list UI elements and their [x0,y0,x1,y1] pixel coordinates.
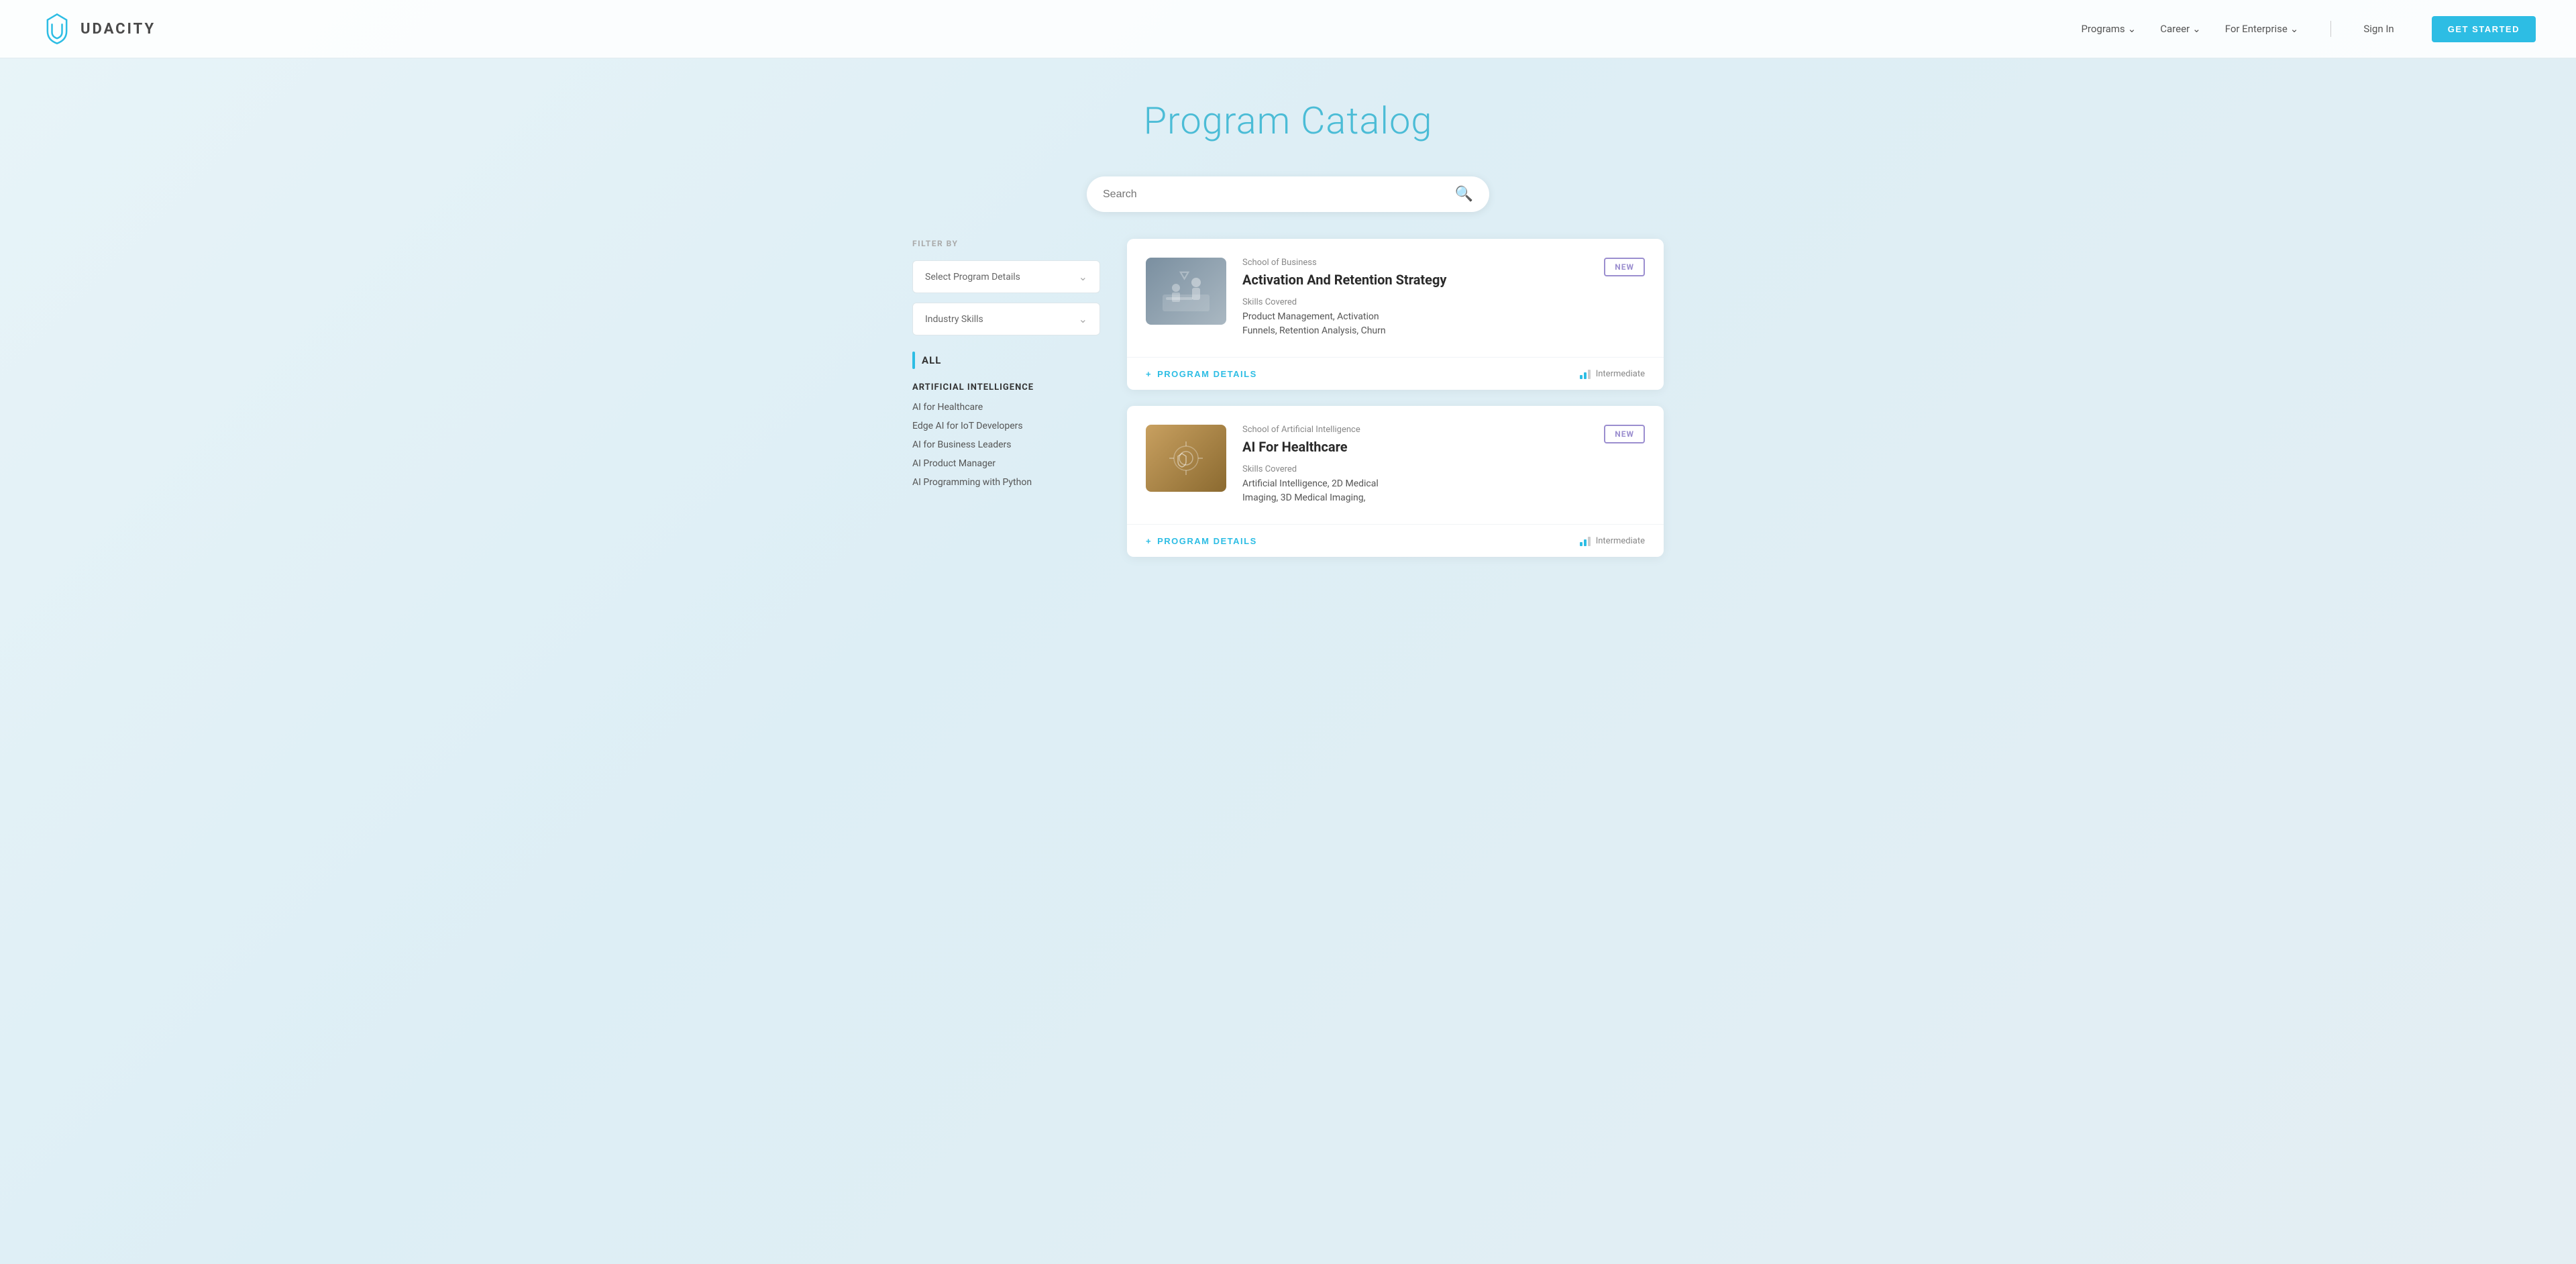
card-title: Activation And Retention Strategy [1242,272,1588,288]
card-title: AI For Healthcare [1242,439,1588,455]
skills-label: Skills Covered [1242,297,1588,307]
chevron-down-icon: ⌄ [2290,23,2299,35]
sign-in-link[interactable]: Sign In [2363,23,2394,35]
sidebar-item-ai-healthcare[interactable]: AI for Healthcare [912,402,1100,413]
sidebar: FILTER BY Select Program Details ⌄ Indus… [912,239,1100,573]
search-icon[interactable]: 🔍 [1455,186,1473,203]
difficulty-label: Intermediate [1596,369,1645,379]
nav-links: Programs ⌄ Career ⌄ For Enterprise ⌄ Sig… [2081,16,2536,42]
card-top: ⛛ School of Business Activation And Rete… [1127,239,1664,357]
card-thumbnail-business: ⛛ [1146,258,1226,325]
search-container: 🔍 [0,170,2576,239]
card-body: School of Business Activation And Retent… [1242,258,1588,338]
filter-by-label: FILTER BY [912,239,1100,248]
sidebar-item-ai-python[interactable]: AI Programming with Python [912,477,1100,488]
difficulty-area: Intermediate [1580,368,1645,379]
new-badge: NEW [1604,425,1645,443]
skills-label: Skills Covered [1242,464,1588,474]
search-box: 🔍 [1087,176,1489,212]
udacity-logo-icon [40,12,74,46]
plus-icon: + [1146,536,1152,546]
card-bottom: + PROGRAM DETAILS Intermediate [1127,524,1664,557]
sidebar-item-ai-business[interactable]: AI for Business Leaders [912,439,1100,450]
catalog-area: ⛛ School of Business Activation And Rete… [1127,239,1664,573]
card-ai-healthcare: School of Artificial Intelligence AI For… [1127,406,1664,557]
sidebar-section-title: ARTIFICIAL INTELLIGENCE [912,382,1100,392]
new-badge: NEW [1604,258,1645,276]
search-input[interactable] [1103,189,1455,201]
all-section[interactable]: ALL [912,352,1100,369]
nav-career[interactable]: Career ⌄ [2160,23,2200,35]
sidebar-category-list: AI for Healthcare Edge AI for IoT Develo… [912,402,1100,488]
main-layout: FILTER BY Select Program Details ⌄ Indus… [885,239,1690,613]
business-illustration: ⛛ [1159,268,1213,315]
logo-text: UDACITY [80,21,156,38]
difficulty-icon [1580,535,1591,546]
plus-icon: + [1146,369,1152,379]
logo-area[interactable]: UDACITY [40,12,156,46]
card-activation-retention: ⛛ School of Business Activation And Rete… [1127,239,1664,390]
card-school: School of Business [1242,258,1588,268]
navbar: UDACITY Programs ⌄ Career ⌄ For Enterpri… [0,0,2576,58]
all-indicator [912,352,915,369]
skills-text: Product Management, ActivationFunnels, R… [1242,310,1588,338]
chevron-down-icon: ⌄ [1079,270,1087,283]
nav-divider [2330,21,2331,37]
difficulty-icon [1580,368,1591,379]
difficulty-label: Intermediate [1596,536,1645,546]
select-program-details-dropdown[interactable]: Select Program Details ⌄ [912,260,1100,293]
program-details-button[interactable]: + PROGRAM DETAILS [1146,536,1257,546]
chevron-down-icon: ⌄ [2192,23,2201,35]
difficulty-area: Intermediate [1580,535,1645,546]
card-bottom: + PROGRAM DETAILS Intermediate [1127,357,1664,390]
all-label: ALL [922,354,941,366]
program-details-button[interactable]: + PROGRAM DETAILS [1146,369,1257,379]
card-thumbnail-healthcare [1146,425,1226,492]
get-started-button[interactable]: GET STARTED [2432,16,2536,42]
nav-programs[interactable]: Programs ⌄ [2081,23,2136,35]
hero-section: Program Catalog [0,58,2576,170]
card-school: School of Artificial Intelligence [1242,425,1588,435]
healthcare-illustration [1159,435,1213,482]
sidebar-item-edge-ai[interactable]: Edge AI for IoT Developers [912,421,1100,431]
chevron-down-icon: ⌄ [2128,23,2137,35]
card-body: School of Artificial Intelligence AI For… [1242,425,1588,505]
card-top: School of Artificial Intelligence AI For… [1127,406,1664,524]
page-title: Program Catalog [13,99,2563,143]
svg-text:⛛: ⛛ [1179,269,1190,283]
chevron-down-icon: ⌄ [1079,313,1087,325]
skills-text: Artificial Intelligence, 2D MedicalImagi… [1242,477,1588,505]
nav-enterprise[interactable]: For Enterprise ⌄ [2225,23,2299,35]
sidebar-item-ai-product-manager[interactable]: AI Product Manager [912,458,1100,469]
industry-skills-dropdown[interactable]: Industry Skills ⌄ [912,303,1100,335]
